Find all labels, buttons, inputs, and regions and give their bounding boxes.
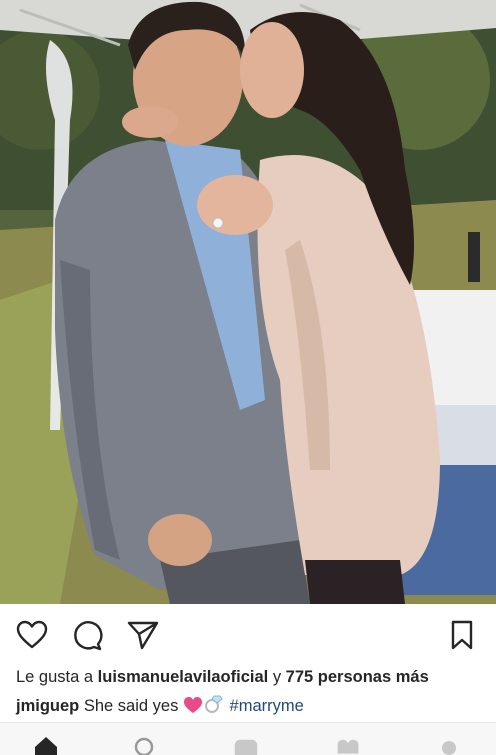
heart-icon[interactable]	[15, 618, 49, 652]
post-photo[interactable]	[0, 0, 496, 604]
bottom-navigation-bar	[0, 722, 496, 755]
home-icon[interactable]	[33, 735, 59, 755]
paper-plane-icon[interactable]	[126, 618, 160, 652]
ring-emoji-icon	[203, 694, 225, 719]
comment-icon[interactable]	[70, 618, 104, 652]
couple-photo-image	[0, 0, 496, 604]
caption-username[interactable]: jmiguep	[16, 697, 79, 715]
caption-hashtag[interactable]: #marryme	[230, 697, 304, 715]
caption-text: She said yes	[83, 697, 179, 715]
likes-summary: Le gusta a luismanuelavilaoficial y 775 …	[16, 667, 486, 687]
post-caption: jmiguep She said yes #marryme	[16, 694, 486, 719]
search-icon[interactable]	[131, 735, 157, 755]
liked-by-username[interactable]: luismanuelavilaoficial	[98, 668, 269, 686]
bookmark-icon[interactable]	[445, 618, 479, 652]
likes-connector: y	[268, 668, 286, 686]
likes-count[interactable]: 775 personas más	[286, 668, 429, 686]
post-actions-bar	[0, 610, 496, 660]
add-post-icon[interactable]	[233, 735, 259, 755]
likes-prefix: Le gusta a	[16, 668, 98, 686]
profile-icon[interactable]	[436, 735, 462, 755]
activity-heart-icon[interactable]	[335, 735, 361, 755]
pink-heart-emoji-icon	[183, 696, 203, 719]
